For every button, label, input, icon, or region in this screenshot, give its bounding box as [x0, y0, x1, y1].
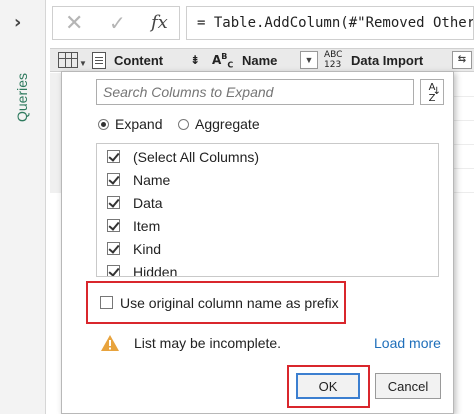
fx-label[interactable]: fx — [151, 12, 168, 33]
column-list: (Select All Columns) Name Data Item Kind… — [96, 143, 439, 277]
warning-icon — [101, 335, 119, 351]
expand-columns-dialog: AZ↓ Expand Aggregate (Select All Columns… — [61, 71, 454, 414]
chevron-right-icon[interactable]: › — [14, 14, 32, 32]
expand-radio-label[interactable]: Expand — [115, 116, 162, 132]
queries-pane: › Queries — [0, 0, 46, 414]
sort-columns-icon[interactable]: ⇟ — [190, 53, 200, 67]
expand-radio[interactable] — [98, 119, 109, 130]
load-more-link[interactable]: Load more — [374, 335, 441, 351]
checkbox[interactable] — [107, 173, 120, 186]
close-icon[interactable]: ✕ — [65, 11, 83, 36]
checkbox[interactable] — [107, 150, 120, 163]
formula-bar-controls: ✕ ✓ fx — [52, 6, 180, 40]
any-type-icon[interactable]: ABC 123 — [324, 50, 342, 70]
caret-down-icon[interactable]: ▼ — [79, 59, 87, 68]
warning-text: List may be incomplete. — [134, 335, 282, 351]
prefix-option-highlight: Use original column name as prefix — [86, 281, 346, 324]
text-type-icon[interactable]: ABC — [212, 52, 233, 69]
formula-input[interactable]: = Table.AddColumn(#"Removed Other Column… — [186, 6, 474, 40]
queries-label[interactable]: Queries — [10, 62, 34, 132]
prefix-checkbox-label[interactable]: Use original column name as prefix — [120, 294, 339, 312]
prefix-checkbox[interactable] — [100, 296, 113, 309]
document-icon — [92, 52, 106, 69]
checkbox[interactable] — [107, 242, 120, 255]
sort-arrow-icon: ↓ — [432, 86, 441, 97]
filter-dropdown-button[interactable]: ▼ — [300, 51, 318, 69]
checkbox[interactable] — [107, 196, 120, 209]
column-content[interactable]: Content — [114, 53, 163, 68]
sort-az-button[interactable]: A Z ↓ — [420, 79, 444, 105]
check-icon[interactable]: ✓ — [109, 11, 126, 35]
column-header-row: ▼ Content ⇟ ABC Name ▼ ABC 123 Data Impor… — [50, 48, 474, 72]
aggregate-radio[interactable] — [178, 119, 189, 130]
checkbox[interactable] — [107, 219, 120, 232]
table-icon[interactable] — [58, 52, 78, 68]
expand-column-button[interactable]: ⇆ — [452, 51, 472, 69]
ok-button[interactable]: OK — [296, 373, 360, 399]
search-columns-input[interactable] — [96, 79, 414, 105]
cancel-button[interactable]: Cancel — [375, 373, 441, 399]
column-data-import[interactable]: Data Import — [351, 53, 423, 68]
column-name[interactable]: Name — [242, 53, 277, 68]
checkbox[interactable] — [107, 265, 120, 276]
aggregate-radio-label[interactable]: Aggregate — [195, 116, 260, 132]
